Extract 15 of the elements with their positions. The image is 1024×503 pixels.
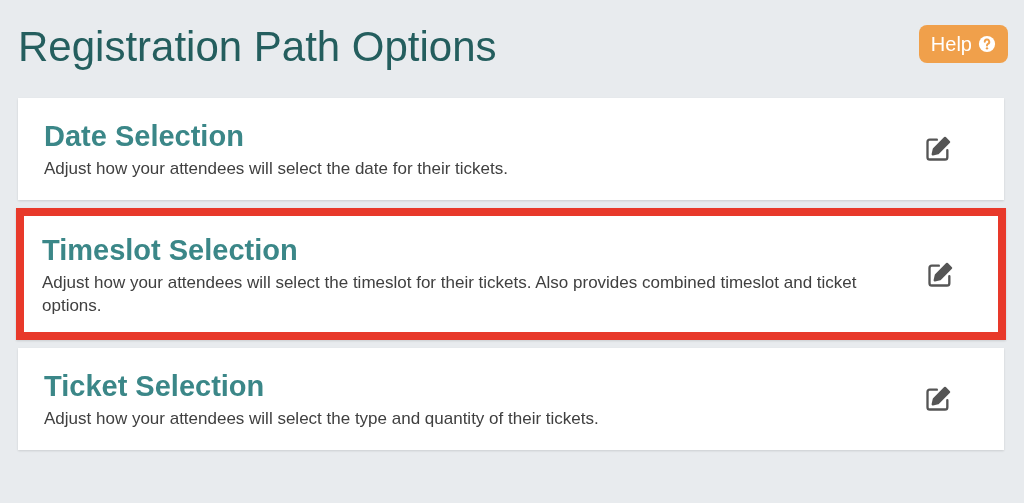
edit-icon xyxy=(924,385,952,413)
option-description: Adjust how your attendees will select the type and quantity of their tickets. xyxy=(44,407,599,430)
question-icon xyxy=(978,35,996,53)
edit-button[interactable] xyxy=(924,385,952,413)
page-title: Registration Path Options xyxy=(18,22,497,72)
option-title: Timeslot Selection xyxy=(42,233,299,267)
edit-icon xyxy=(926,261,954,289)
option-description: Adjust how your attendees will select the date for their tickets. xyxy=(44,157,508,180)
edit-button[interactable] xyxy=(926,261,954,289)
help-button[interactable]: Help xyxy=(918,25,1008,63)
option-title: Date Selection xyxy=(44,118,245,153)
edit-button[interactable] xyxy=(924,135,952,163)
option-description: Adjust how your attendees will select the timeslot for their tickets. Also provides combined timeslot and ticket options. xyxy=(42,272,858,317)
edit-icon xyxy=(924,135,952,163)
option-title: Ticket Selection xyxy=(44,368,266,403)
